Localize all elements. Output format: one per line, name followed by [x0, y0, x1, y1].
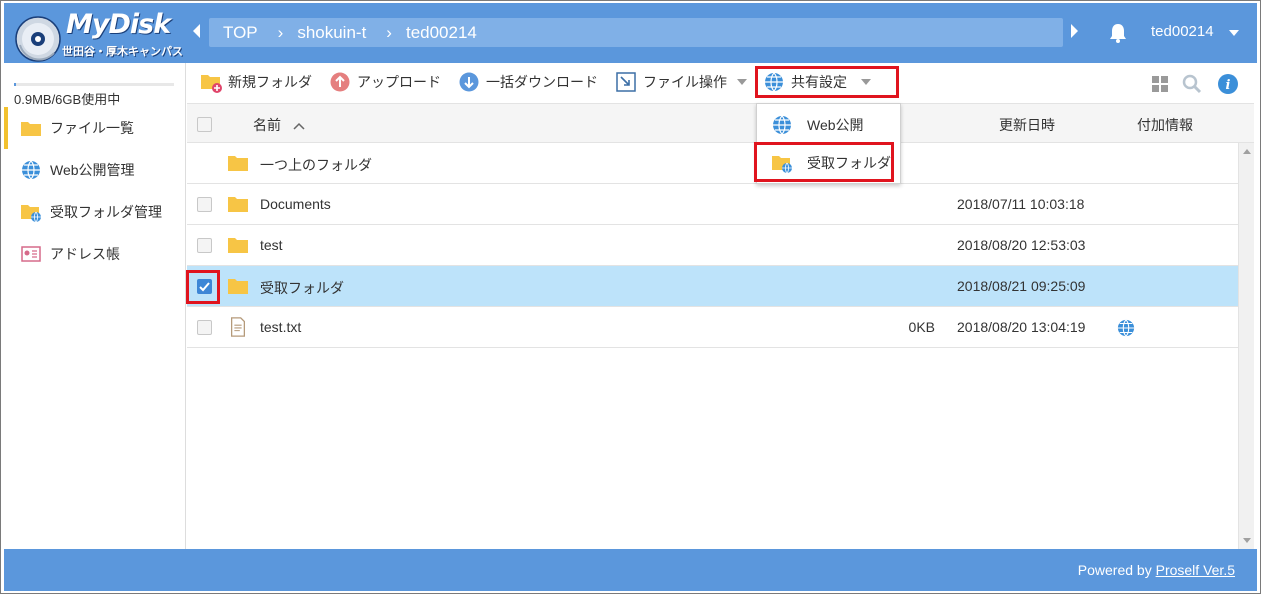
table-row[interactable]: test 2018/08/20 12:53:03: [187, 225, 1238, 266]
user-menu[interactable]: ted00214: [1151, 23, 1214, 40]
sidebar: 0.9MB/6GB使用中 ファイル一覧 Web公開管理 受取フォルダ管理 アドレ…: [4, 63, 186, 549]
address-book-icon: [20, 244, 42, 264]
breadcrumb-item-current[interactable]: ted00214: [406, 23, 477, 43]
info-icon[interactable]: i: [1217, 73, 1239, 95]
sidebar-item-label: 受取フォルダ管理: [50, 204, 162, 220]
text-file-icon: [231, 317, 245, 337]
file-size: 0KB: [908, 319, 935, 335]
receive-folder-icon: [20, 202, 42, 222]
table-row-parent-folder[interactable]: 一つ上のフォルダ: [187, 143, 1238, 184]
upload-label: アップロード: [357, 74, 441, 90]
table-row[interactable]: Documents 2018/07/11 10:03:18: [187, 184, 1238, 225]
breadcrumb-item-top[interactable]: TOP: [223, 23, 258, 43]
sidebar-item-address-book[interactable]: アドレス帳: [4, 233, 186, 275]
new-folder-button[interactable]: 新規フォルダ: [200, 71, 312, 93]
svg-text:i: i: [1226, 78, 1231, 93]
upload-icon: [329, 71, 351, 93]
quota-bar-fill: [14, 83, 16, 86]
upload-button[interactable]: アップロード: [329, 71, 441, 93]
breadcrumb-scroll-right-icon[interactable]: [1070, 23, 1080, 39]
quota-text: 0.9MB/6GB使用中: [14, 92, 121, 107]
bell-icon[interactable]: [1107, 22, 1129, 44]
chevron-down-icon[interactable]: [1229, 30, 1239, 36]
file-operations-label: ファイル操作: [643, 74, 727, 90]
breadcrumb-separator: ›: [386, 22, 392, 42]
menu-item-web-publish[interactable]: Web公開: [757, 106, 900, 144]
row-checkbox[interactable]: [197, 238, 212, 253]
folder-icon: [228, 197, 248, 212]
receive-folder-highlight: [754, 142, 894, 182]
sidebar-item-receive-folder[interactable]: 受取フォルダ管理: [4, 191, 186, 233]
folder-icon: [20, 118, 42, 138]
sidebar-item-label: ファイル一覧: [50, 120, 134, 136]
download-icon: [458, 71, 480, 93]
row-checkbox[interactable]: [197, 197, 212, 212]
file-date: 2018/08/21 09:25:09: [957, 278, 1086, 294]
footer: Powered by Proself Ver.5: [4, 549, 1257, 591]
file-name[interactable]: 一つ上のフォルダ: [260, 155, 372, 175]
disc-logo-icon: [15, 16, 61, 62]
quota-bar: [14, 83, 174, 86]
breadcrumb: TOP › shokuin-t › ted00214: [209, 18, 1063, 47]
grid-view-icon[interactable]: [1149, 73, 1171, 95]
footer-text: Powered by Proself Ver.5: [1078, 562, 1235, 578]
checkbox-highlight: [186, 270, 220, 304]
table-header: 名前 更新日時 付加情報: [187, 103, 1254, 143]
bulk-download-button[interactable]: 一括ダウンロード: [458, 71, 598, 93]
file-date: 2018/08/20 12:53:03: [957, 237, 1086, 253]
chevron-down-icon: [737, 79, 747, 85]
menu-item-label: Web公開: [807, 117, 864, 133]
search-icon[interactable]: [1181, 73, 1203, 95]
row-checkbox[interactable]: [197, 320, 212, 335]
sidebar-item-label: Web公開管理: [50, 162, 135, 178]
scroll-up-icon[interactable]: [1243, 149, 1251, 154]
globe-icon: [20, 160, 42, 180]
sidebar-item-label: アドレス帳: [50, 246, 120, 262]
globe-icon: [771, 114, 793, 136]
table-row-selected[interactable]: 受取フォルダ 2018/08/21 09:25:09: [187, 266, 1238, 307]
toolbar: 新規フォルダ アップロード 一括ダウンロード ファイル操作 共有設定 i: [187, 63, 1257, 103]
file-name[interactable]: test: [260, 237, 283, 253]
breadcrumb-item-shokuin[interactable]: shokuin-t: [297, 23, 366, 43]
header: MyDisk 世田谷・厚木キャンパス TOP › shokuin-t › ted…: [4, 3, 1257, 63]
folder-icon: [228, 238, 248, 253]
select-all-checkbox[interactable]: [197, 117, 212, 132]
vertical-scrollbar[interactable]: [1238, 143, 1254, 549]
file-name[interactable]: 受取フォルダ: [260, 278, 344, 298]
breadcrumb-separator: ›: [277, 22, 284, 42]
breadcrumb-scroll-left-icon[interactable]: [191, 23, 201, 39]
logo-subtitle: 世田谷・厚木キャンパス: [62, 45, 183, 58]
file-name[interactable]: test.txt: [260, 319, 301, 335]
powered-by-label: Powered by: [1077, 562, 1156, 578]
new-folder-label: 新規フォルダ: [228, 74, 312, 90]
folder-icon: [228, 156, 248, 171]
scroll-down-icon[interactable]: [1243, 538, 1251, 543]
sidebar-item-file-list[interactable]: ファイル一覧: [4, 107, 186, 149]
file-operations-button[interactable]: ファイル操作: [615, 71, 747, 93]
column-header-extra: 付加情報: [1137, 117, 1193, 133]
logo-text: MyDisk: [66, 9, 171, 40]
file-operations-icon: [615, 71, 637, 93]
column-header-name[interactable]: 名前: [253, 115, 305, 135]
file-date: 2018/07/11 10:03:18: [957, 196, 1085, 212]
column-header-updated[interactable]: 更新日時: [999, 115, 1055, 135]
logo[interactable]: MyDisk 世田谷・厚木キャンパス: [14, 9, 183, 62]
table-row[interactable]: test.txt 0KB 2018/08/20 13:04:19: [187, 307, 1238, 348]
sidebar-item-web-publish[interactable]: Web公開管理: [4, 149, 186, 191]
folder-icon: [228, 279, 248, 294]
file-date: 2018/08/20 13:04:19: [957, 319, 1086, 335]
bulk-download-label: 一括ダウンロード: [486, 74, 598, 90]
sort-ascending-icon: [293, 122, 305, 130]
file-name[interactable]: Documents: [260, 196, 331, 212]
new-folder-icon: [200, 71, 222, 93]
share-settings-highlight: [755, 66, 899, 98]
file-table: 名前 更新日時 付加情報 一つ上のフォルダ Documents 2018/07/…: [187, 103, 1254, 549]
globe-icon[interactable]: [1117, 319, 1135, 337]
proself-link[interactable]: Proself Ver.5: [1156, 562, 1235, 578]
